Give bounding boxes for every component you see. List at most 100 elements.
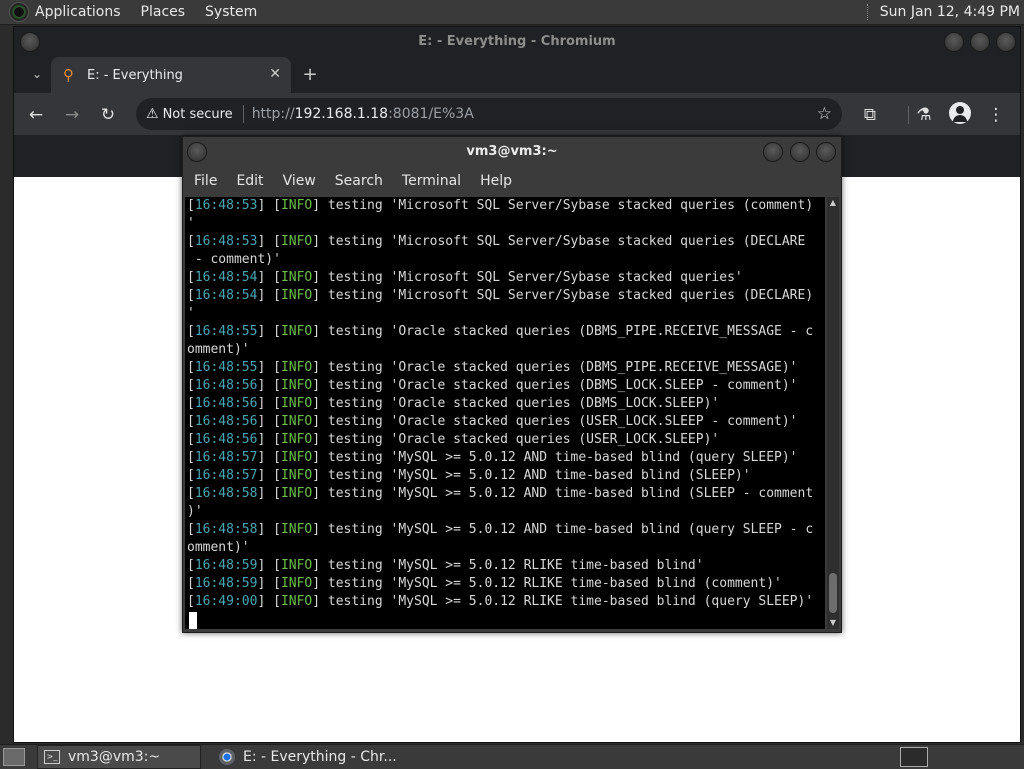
log-timestamp: 16:48:56 xyxy=(194,432,258,447)
clock-area: Sun Jan 12, 4:49 PM xyxy=(866,0,1024,24)
maximize-icon[interactable] xyxy=(970,32,990,52)
log-level: INFO xyxy=(280,522,313,537)
terminal-line: ' xyxy=(185,305,825,323)
terminal-line: [16:48:54] [INFO] testing 'Microsoft SQL… xyxy=(187,288,814,303)
terminal-line: [16:48:56] [INFO] testing 'Oracle stacke… xyxy=(187,396,720,411)
log-message: testing 'MySQL >= 5.0.12 AND time-based … xyxy=(320,468,751,483)
bottom-panel: >_ vm3@vm3:~ E: - Everything - Chr... xyxy=(0,744,1024,769)
tab-everything[interactable]: ⚲ E: - Everything ✕ xyxy=(51,57,291,93)
log-timestamp: 16:48:56 xyxy=(194,378,258,393)
log-timestamp: 16:48:58 xyxy=(194,522,258,537)
menu-terminal[interactable]: Terminal xyxy=(402,173,461,189)
url-prefix: http:// xyxy=(251,106,295,122)
flask-icon[interactable]: ⚗ xyxy=(911,102,937,128)
toolbar-separator xyxy=(908,106,909,124)
maximize-icon[interactable] xyxy=(790,142,810,162)
reload-icon[interactable]: ↻ xyxy=(95,102,121,128)
menu-system[interactable]: System xyxy=(205,4,257,20)
taskbar-item-terminal[interactable]: >_ vm3@vm3:~ xyxy=(37,745,201,769)
log-message: testing 'Microsoft SQL Server/Sybase sta… xyxy=(320,234,806,249)
forward-arrow-icon[interactable]: → xyxy=(59,102,85,128)
menu-help[interactable]: Help xyxy=(480,173,512,189)
log-level: INFO xyxy=(280,198,313,213)
clock[interactable]: Sun Jan 12, 4:49 PM xyxy=(880,4,1020,20)
back-arrow-icon[interactable]: ← xyxy=(23,102,49,128)
terminal-scrollbar[interactable]: ▲ ▼ xyxy=(827,197,839,629)
terminal-menubar: File Edit View Search Terminal Help xyxy=(183,167,841,195)
prompt-line[interactable] xyxy=(185,611,825,629)
url-host: 192.168.1.18 xyxy=(294,106,389,122)
scroll-up-icon[interactable]: ▲ xyxy=(827,197,839,209)
log-timestamp: 16:48:53 xyxy=(194,198,258,213)
taskbar-label: E: - Everything - Chr... xyxy=(243,749,397,765)
log-timestamp: 16:48:54 xyxy=(194,270,258,285)
minimize-icon[interactable] xyxy=(763,142,783,162)
menu-places[interactable]: Places xyxy=(141,4,186,20)
log-timestamp: 16:48:57 xyxy=(194,450,258,465)
log-level: INFO xyxy=(280,270,313,285)
minimize-icon[interactable] xyxy=(944,32,964,52)
terminal-line: [16:48:55] [INFO] testing 'Oracle stacke… xyxy=(187,360,798,375)
tab-strip: ⌄ ⚲ E: - Everything ✕ + xyxy=(14,57,1020,93)
log-timestamp: 16:48:59 xyxy=(194,558,258,573)
scroll-down-icon[interactable]: ▼ xyxy=(827,617,839,629)
star-icon[interactable]: ☆ xyxy=(817,104,832,124)
log-message: testing 'Oracle stacked queries (USER_LO… xyxy=(320,432,720,447)
log-level: INFO xyxy=(280,486,313,501)
browser-window-title: E: - Everything - Chromium xyxy=(418,34,616,49)
log-message: testing 'MySQL >= 5.0.12 AND time-based … xyxy=(320,522,814,537)
show-desktop-icon[interactable] xyxy=(3,748,25,766)
window-menu-icon[interactable] xyxy=(187,142,207,162)
puzzle-icon[interactable]: ⧉ xyxy=(857,102,883,128)
menu-edit[interactable]: Edit xyxy=(236,173,263,189)
menu-file[interactable]: File xyxy=(194,173,217,189)
omnibox-divider xyxy=(242,105,244,123)
browser-titlebar[interactable]: E: - Everything - Chromium xyxy=(14,27,1020,57)
browser-toolbar: ← → ↻ ⚠ Not secure http://192.168.1.18:8… xyxy=(14,93,1020,135)
address-bar[interactable]: ⚠ Not secure http://192.168.1.18:8081/E%… xyxy=(136,98,842,130)
distro-logo-icon[interactable] xyxy=(9,2,29,22)
url-text[interactable]: http://192.168.1.18:8081/E%3A xyxy=(252,106,474,122)
terminal-title: vm3@vm3:~ xyxy=(466,144,558,159)
close-window-icon[interactable] xyxy=(816,142,836,162)
menu-search[interactable]: Search xyxy=(335,173,383,189)
security-label[interactable]: Not secure xyxy=(163,107,233,122)
taskbar-item-chromium[interactable]: E: - Everything - Chr... xyxy=(213,746,403,768)
terminal-line: omment)' xyxy=(185,341,825,359)
menu-applications[interactable]: Applications xyxy=(35,4,121,20)
terminal-line: [16:48:56] [INFO] testing 'Oracle stacke… xyxy=(187,414,798,429)
log-message: ' xyxy=(187,306,195,321)
log-message: testing 'MySQL >= 5.0.12 AND time-based … xyxy=(320,450,798,465)
search-icon: ⚲ xyxy=(63,66,74,84)
log-timestamp: 16:48:53 xyxy=(194,234,258,249)
url-rest: :8081/E%3A xyxy=(388,106,474,122)
new-tab-icon[interactable]: + xyxy=(298,63,322,87)
log-message: testing 'Oracle stacked queries (DBMS_LO… xyxy=(320,396,720,411)
log-message: ' xyxy=(187,216,195,231)
chevron-down-icon[interactable]: ⌄ xyxy=(28,65,46,83)
close-window-icon[interactable] xyxy=(996,32,1016,52)
terminal-line: - comment)' xyxy=(185,251,825,269)
log-message: testing 'Microsoft SQL Server/Sybase sta… xyxy=(320,198,814,213)
log-message: )' xyxy=(187,504,203,519)
log-message: omment)' xyxy=(187,540,250,555)
kebab-menu-icon[interactable]: ⋮ xyxy=(983,102,1009,128)
window-menu-icon[interactable] xyxy=(20,32,40,52)
workspace-switcher[interactable] xyxy=(900,747,928,767)
log-message: testing 'Oracle stacked queries (DBMS_PI… xyxy=(320,324,814,339)
log-message: testing 'Microsoft SQL Server/Sybase sta… xyxy=(320,288,814,303)
log-timestamp: 16:48:57 xyxy=(194,468,258,483)
log-message: - comment)' xyxy=(187,252,281,267)
log-message: testing 'Oracle stacked queries (DBMS_PI… xyxy=(320,360,798,375)
menu-view[interactable]: View xyxy=(283,173,316,189)
terminal-titlebar[interactable]: vm3@vm3:~ xyxy=(183,137,841,167)
terminal-line: omment)' xyxy=(185,539,825,557)
terminal-line: [16:48:59] [INFO] testing 'MySQL >= 5.0.… xyxy=(187,576,782,591)
scrollbar-thumb[interactable] xyxy=(829,573,837,613)
log-message: testing 'MySQL >= 5.0.12 AND time-based … xyxy=(320,486,814,501)
warning-icon[interactable]: ⚠ xyxy=(146,106,159,122)
avatar-icon[interactable] xyxy=(949,102,971,124)
terminal-output[interactable]: [16:48:53] [INFO] testing 'Microsoft SQL… xyxy=(185,197,825,629)
close-tab-icon[interactable]: ✕ xyxy=(269,66,281,82)
log-timestamp: 16:48:56 xyxy=(194,396,258,411)
